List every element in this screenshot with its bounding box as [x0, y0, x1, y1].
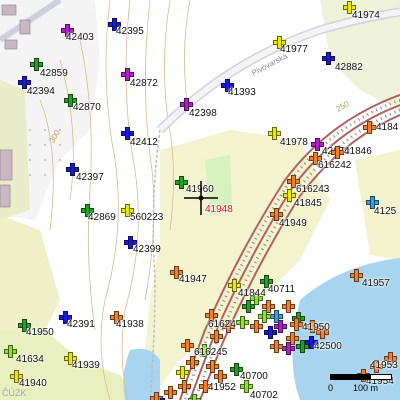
survey-point-label: 42399	[133, 244, 161, 255]
survey-point-label: 42391	[67, 319, 95, 330]
provider-watermark: ČÚZK	[2, 388, 27, 398]
survey-point-label: 560223	[130, 212, 164, 223]
scale-bar-empty	[370, 374, 392, 380]
survey-point-label: 42394	[27, 86, 55, 97]
survey-point-label: 42882	[335, 62, 363, 73]
survey-point-label: 42398	[189, 108, 217, 119]
survey-point-label: 42869	[88, 212, 116, 223]
survey-point-marker[interactable]	[322, 52, 335, 65]
survey-point-label: 41977	[280, 44, 308, 55]
survey-point-label: 41845	[294, 198, 322, 209]
map-view[interactable]: Pivovarská 300 250 42403 42395 41974 41977 4…	[0, 0, 400, 400]
survey-point-label: 4184	[376, 122, 399, 133]
survey-point-label: 42870	[73, 102, 101, 113]
scale-bar-filled	[330, 374, 370, 380]
survey-point-marker[interactable]	[270, 340, 283, 353]
scale-zero-label: 0	[328, 383, 334, 393]
survey-point-marker[interactable]	[210, 330, 223, 343]
survey-point-label: 41974	[352, 10, 380, 21]
survey-point-label: 41634	[16, 354, 44, 365]
scale-distance-label: 100 m	[353, 383, 379, 393]
survey-point-label: 61624	[208, 319, 236, 330]
field-shape	[0, 215, 60, 330]
survey-point-marker[interactable]	[176, 366, 189, 379]
survey-point-marker[interactable]	[181, 339, 194, 352]
survey-point-label: 4125	[374, 206, 397, 217]
survey-point-marker[interactable]	[363, 121, 376, 134]
survey-point-label: 42859	[40, 68, 68, 79]
survey-point-label: 42872	[130, 78, 158, 89]
survey-point-marker[interactable]	[282, 342, 295, 355]
survey-point-label: 616242	[318, 160, 352, 171]
survey-point-label: 41950	[302, 322, 330, 333]
survey-point-label: 41952	[208, 382, 236, 393]
survey-point-label: 41947	[179, 274, 207, 285]
survey-point-label: 41938	[116, 319, 144, 330]
survey-point-marker[interactable]	[188, 394, 201, 400]
survey-point-label: 616245	[194, 347, 228, 358]
survey-point-label: 41393	[228, 87, 256, 98]
survey-point-label: 42403	[66, 32, 94, 43]
selected-point-label: 41948	[205, 204, 233, 215]
survey-point-label: 41953	[370, 360, 398, 371]
survey-point-label: 42500	[314, 341, 342, 352]
survey-point-label: 41950	[26, 327, 54, 338]
survey-point-label: 41939	[72, 360, 100, 371]
survey-point-marker[interactable]	[178, 380, 191, 393]
survey-point-label: 616243	[296, 184, 330, 195]
survey-point-marker[interactable]	[242, 300, 255, 313]
survey-point-label: 42412	[130, 137, 158, 148]
survey-point-marker[interactable]	[331, 146, 344, 159]
survey-point-marker[interactable]	[258, 310, 271, 323]
survey-point-label: 41978	[280, 137, 308, 148]
survey-point-label: 40702	[250, 390, 278, 400]
survey-point-label: 41844	[238, 288, 266, 299]
survey-point-marker[interactable]	[236, 316, 249, 329]
survey-point-label: 42395	[116, 26, 144, 37]
scale-bar: 0 100 m	[327, 372, 395, 398]
survey-point-label: 41846	[344, 146, 372, 157]
survey-point-label: 41949	[279, 218, 307, 229]
survey-point-label: 41957	[362, 278, 390, 289]
survey-point-label: 40711	[268, 284, 296, 295]
survey-point-label: 42397	[76, 172, 104, 183]
